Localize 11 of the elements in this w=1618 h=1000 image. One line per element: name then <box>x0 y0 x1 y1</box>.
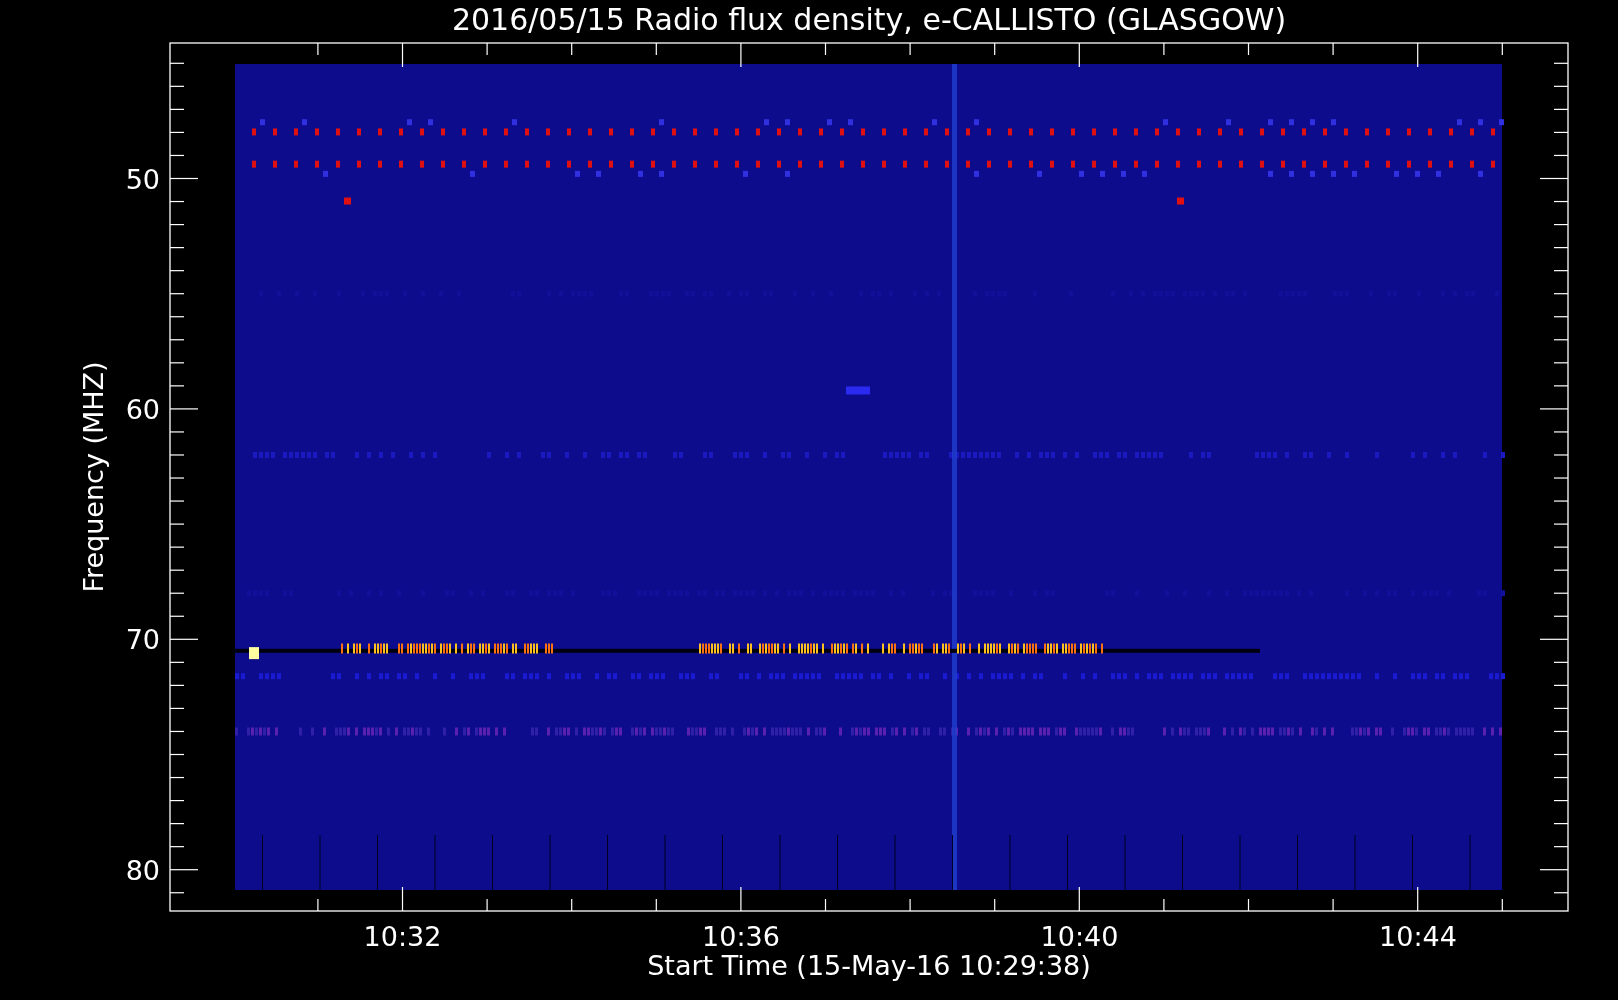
x-axis-title: Start Time (15-May-16 10:29:38) <box>647 950 1091 981</box>
x-tick-label: 10:36 <box>702 921 780 952</box>
y-tick-label: 70 <box>125 624 160 656</box>
x-tick-label: 10:44 <box>1379 921 1457 952</box>
y-tick-label: 80 <box>125 854 160 886</box>
x-tick-label: 10:40 <box>1040 921 1119 952</box>
y-tick-label: 60 <box>125 393 160 425</box>
y-axis-title: Frequency (MHZ) <box>78 361 109 593</box>
y-tick-label: 50 <box>125 163 160 195</box>
chart-title: 2016/05/15 Radio flux density, e-CALLISTO (GLASGOW) <box>451 2 1287 37</box>
x-tick-label: 10:32 <box>363 921 442 952</box>
